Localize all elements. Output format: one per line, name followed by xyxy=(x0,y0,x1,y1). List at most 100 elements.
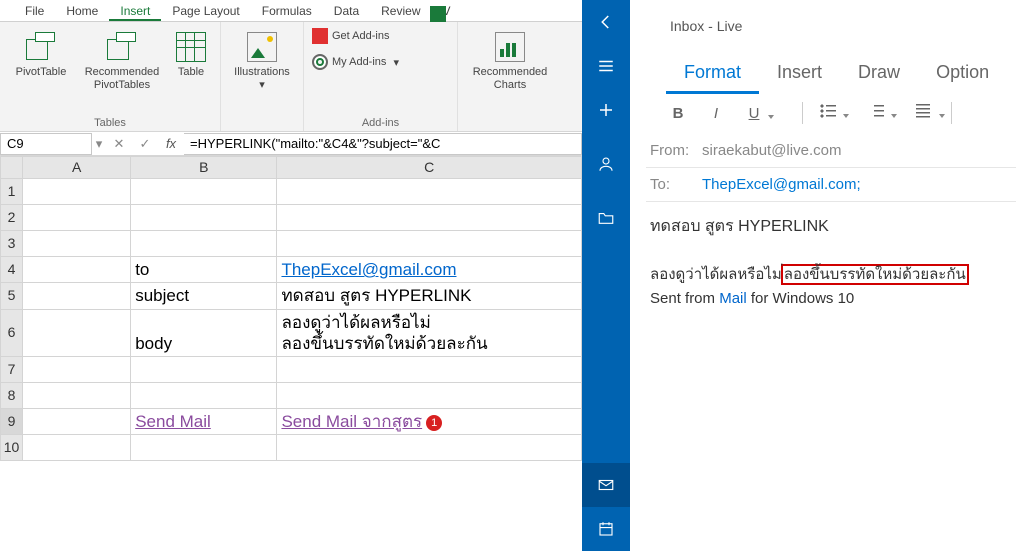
row-header-2[interactable]: 2 xyxy=(1,205,23,231)
cell-c2[interactable] xyxy=(277,205,582,231)
my-addins-button[interactable]: My Add-ins ▾ xyxy=(310,52,401,72)
recommended-pivot-button[interactable]: RecommendedPivotTables xyxy=(76,26,168,112)
tab-review[interactable]: Review xyxy=(370,2,431,21)
cell-c3[interactable] xyxy=(277,231,582,257)
compose-tab-options[interactable]: Option xyxy=(918,58,1007,94)
people-button[interactable] xyxy=(428,4,448,24)
hamburger-icon xyxy=(597,57,615,75)
recommended-pivot-icon xyxy=(107,32,137,62)
compose-tab-draw[interactable]: Draw xyxy=(840,58,918,94)
cell-b5[interactable]: subject xyxy=(131,283,277,309)
col-header-c[interactable]: C xyxy=(277,157,582,179)
menu-button[interactable] xyxy=(582,44,630,88)
bold-button[interactable]: B xyxy=(666,105,690,122)
cell-b2[interactable] xyxy=(131,205,277,231)
numbering-button[interactable] xyxy=(865,104,889,122)
cell-a6[interactable] xyxy=(23,309,131,357)
cell-a7[interactable] xyxy=(23,357,131,383)
underline-button[interactable]: U xyxy=(742,105,766,122)
mail-title: Inbox - Live xyxy=(646,4,1016,42)
mail-app-link[interactable]: Mail xyxy=(719,290,747,307)
row-header-5[interactable]: 5 xyxy=(1,283,23,309)
cell-c10[interactable] xyxy=(277,435,582,461)
back-button[interactable] xyxy=(582,0,630,44)
bullets-button[interactable] xyxy=(817,104,841,122)
row-header-8[interactable]: 8 xyxy=(1,383,23,409)
subject-field[interactable]: ทดสอบ สูตร HYPERLINK xyxy=(646,202,1016,245)
cell-c4[interactable]: ThepExcel@gmail.com xyxy=(277,257,582,283)
tab-formulas[interactable]: Formulas xyxy=(251,2,323,21)
cancel-formula-button[interactable]: ✕ xyxy=(106,136,132,152)
row-header-9[interactable]: 9 xyxy=(1,409,23,435)
tab-insert[interactable]: Insert xyxy=(109,2,161,21)
cell-c9[interactable]: Send Mail จากสูตร1 xyxy=(277,409,582,435)
folders-button[interactable] xyxy=(582,196,630,240)
pivot-table-label: PivotTable xyxy=(16,66,67,79)
cell-c6[interactable]: ลองดูว่าได้ผลหรือไม่ลองขึ้นบรรทัดใหม่ด้ว… xyxy=(277,309,582,357)
new-mail-button[interactable] xyxy=(582,88,630,132)
cell-c8[interactable] xyxy=(277,383,582,409)
name-box-dropdown[interactable]: ▾ xyxy=(92,136,106,152)
calendar-button[interactable] xyxy=(582,507,630,551)
align-button[interactable] xyxy=(913,104,937,122)
formula-input[interactable]: =HYPERLINK("mailto:"&C4&"?subject="&C xyxy=(184,133,582,155)
tab-home[interactable]: Home xyxy=(55,2,109,21)
tab-page-layout[interactable]: Page Layout xyxy=(161,2,250,21)
cell-b4[interactable]: to xyxy=(131,257,277,283)
tab-file[interactable]: File xyxy=(14,2,55,21)
accounts-button[interactable] xyxy=(582,142,630,186)
from-field[interactable]: From: siraekabut@live.com xyxy=(646,134,1016,168)
plus-icon xyxy=(597,101,615,119)
cell-a1[interactable] xyxy=(23,179,131,205)
to-field[interactable]: To: ThepExcel@gmail.com; xyxy=(646,168,1016,202)
row-header-4[interactable]: 4 xyxy=(1,257,23,283)
cell-b3[interactable] xyxy=(131,231,277,257)
recommended-charts-button[interactable]: RecommendedCharts xyxy=(464,26,556,112)
cell-b7[interactable] xyxy=(131,357,277,383)
row-header-1[interactable]: 1 xyxy=(1,179,23,205)
cell-a9[interactable] xyxy=(23,409,131,435)
row-header-7[interactable]: 7 xyxy=(1,357,23,383)
cell-a5[interactable] xyxy=(23,283,131,309)
row-header-10[interactable]: 10 xyxy=(1,435,23,461)
compose-tab-insert[interactable]: Insert xyxy=(759,58,840,94)
cell-b6[interactable]: body xyxy=(131,309,277,357)
send-mail-formula-link[interactable]: Send Mail จากสูตร xyxy=(281,412,422,431)
to-label: To: xyxy=(650,176,702,193)
cell-b10[interactable] xyxy=(131,435,277,461)
illustrations-button[interactable]: Illustrations▾ xyxy=(227,26,297,112)
cell-a3[interactable] xyxy=(23,231,131,257)
col-header-b[interactable]: B xyxy=(131,157,277,179)
cell-a2[interactable] xyxy=(23,205,131,231)
cell-a10[interactable] xyxy=(23,435,131,461)
cell-b1[interactable] xyxy=(131,179,277,205)
cell-b8[interactable] xyxy=(131,383,277,409)
enter-formula-button[interactable]: ✓ xyxy=(132,136,158,152)
table-button[interactable]: Table xyxy=(168,26,214,112)
cell-c5[interactable]: ทดสอบ สูตร HYPERLINK xyxy=(277,283,582,309)
formula-bar: C9 ▾ ✕ ✓ fx =HYPERLINK("mailto:"&C4&"?su… xyxy=(0,132,582,156)
spreadsheet-grid[interactable]: A B C 1 2 3 4 toThepExcel@gmail.com 5 subj… xyxy=(0,156,582,461)
italic-button[interactable]: I xyxy=(704,105,728,122)
to-email-link[interactable]: ThepExcel@gmail.com xyxy=(281,260,456,279)
numbering-icon xyxy=(868,104,886,118)
compose-tab-format[interactable]: Format xyxy=(666,58,759,94)
cell-c1[interactable] xyxy=(277,179,582,205)
row-header-6[interactable]: 6 xyxy=(1,309,23,357)
compose-body[interactable]: ลองดูว่าได้ผลหรือไม่ลองขึ้นบรรทัดใหม่ด้ว… xyxy=(646,245,1016,311)
fx-icon[interactable]: fx xyxy=(158,136,184,151)
mail-button[interactable] xyxy=(582,463,630,507)
cell-c7[interactable] xyxy=(277,357,582,383)
get-addins-button[interactable]: Get Add-ins xyxy=(310,26,451,46)
to-value[interactable]: ThepExcel@gmail.com; xyxy=(702,176,861,193)
cell-a4[interactable] xyxy=(23,257,131,283)
row-header-3[interactable]: 3 xyxy=(1,231,23,257)
tab-data[interactable]: Data xyxy=(323,2,370,21)
pivot-table-button[interactable]: PivotTable xyxy=(6,26,76,112)
name-box[interactable]: C9 xyxy=(0,133,92,155)
col-header-a[interactable]: A xyxy=(23,157,131,179)
send-mail-link[interactable]: Send Mail xyxy=(135,412,211,431)
select-all-corner[interactable] xyxy=(1,157,23,179)
cell-a8[interactable] xyxy=(23,383,131,409)
cell-b9[interactable]: Send Mail xyxy=(131,409,277,435)
